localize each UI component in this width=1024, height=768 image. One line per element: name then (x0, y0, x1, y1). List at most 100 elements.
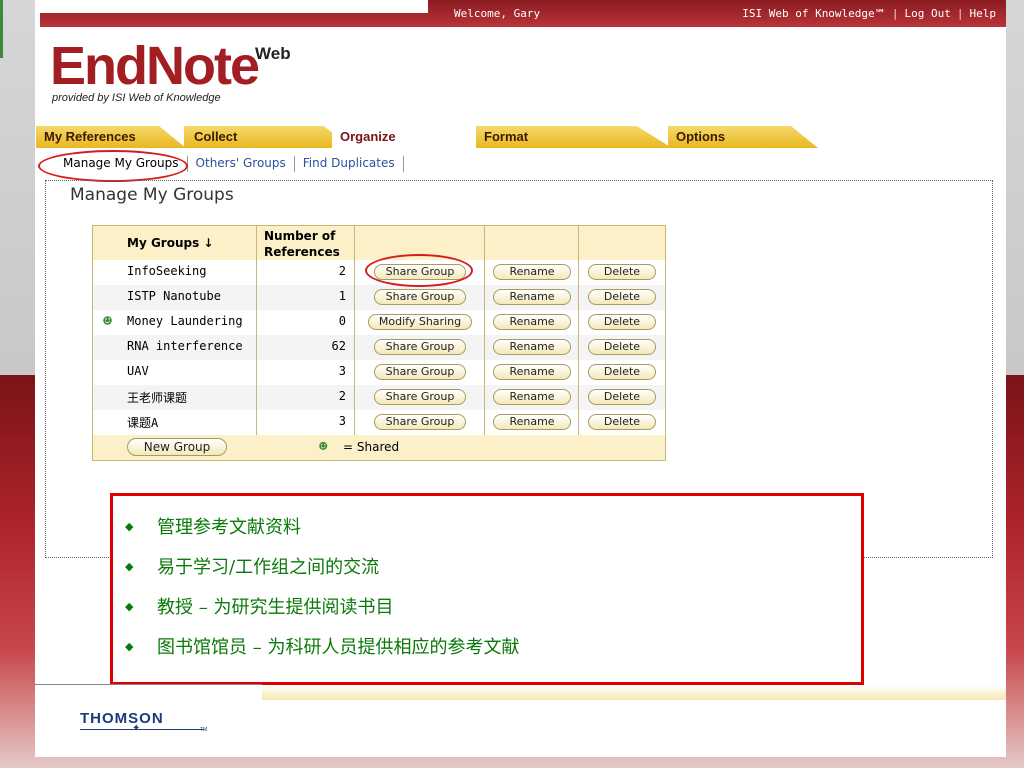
top-links: ISI Web of Knowledge℠ | Log Out | Help (742, 7, 996, 20)
action-cell: Rename (485, 385, 579, 410)
left-accent-rule (0, 0, 3, 58)
endnote-logo[interactable]: EndNote Web provided by ISI Web of Knowl… (50, 38, 310, 108)
shared-group-icon: ☻ (103, 312, 113, 330)
group-name[interactable]: ISTP Nanotube (127, 289, 221, 303)
logo-suffix: Web (255, 44, 291, 63)
logo-tagline: provided by ISI Web of Knowledge (52, 92, 221, 104)
reference-count: 3 (257, 360, 355, 385)
link-separator: | (891, 7, 899, 20)
table-row: RNA interference 62 Share Group Rename Delet… (93, 335, 665, 360)
reference-count: 2 (257, 260, 355, 285)
action-cell: Share Group (355, 410, 485, 435)
reference-count: 1 (257, 285, 355, 310)
tab-format[interactable]: Format (476, 126, 672, 148)
action-cell: Share Group (355, 285, 485, 310)
action-cell: Rename (485, 310, 579, 335)
group-name[interactable]: 王老师课题 (127, 391, 187, 405)
rename-button[interactable]: Rename (493, 414, 571, 430)
rename-button[interactable]: Rename (493, 314, 571, 330)
footer-divider (35, 684, 262, 685)
tab-collect[interactable]: Collect (184, 126, 354, 148)
action-cell: Delete (579, 260, 665, 285)
action-cell: Delete (579, 285, 665, 310)
page-title: Manage My Groups (70, 185, 234, 205)
thomson-logo-rule (80, 729, 204, 730)
tab-options[interactable]: Options (668, 126, 818, 148)
action-cell: Delete (579, 410, 665, 435)
action-cell: Share Group (355, 385, 485, 410)
delete-button[interactable]: Delete (588, 339, 656, 355)
main-tabs: My References Collect Organize Format Op… (36, 126, 1006, 148)
highlight-circle-manage (38, 150, 188, 182)
table-row: 课题A 3 Share Group Rename Delete (93, 410, 665, 435)
action-cell: Rename (485, 335, 579, 360)
highlight-circle-share (365, 254, 473, 287)
log-out-link[interactable]: Log Out (905, 7, 951, 20)
group-name-cell: ☻ Money Laundering (93, 310, 257, 335)
table-footer: New Group ☻ = Shared (93, 435, 665, 460)
diamond-bullet-icon: ◆ (125, 519, 134, 533)
tab-my-references[interactable]: My References (36, 126, 186, 148)
share-group-button[interactable]: Share Group (374, 364, 466, 380)
link-separator: | (956, 7, 964, 20)
rename-button[interactable]: Rename (493, 389, 571, 405)
delete-button[interactable]: Delete (588, 289, 656, 305)
welcome-text: Welcome, Gary (454, 7, 541, 20)
reference-count: 0 (257, 310, 355, 335)
action-cell: Rename (485, 360, 579, 385)
note-text: 图书馆馆员 – 为科研人员提供相应的参考文献 (157, 637, 520, 658)
diamond-bullet-icon: ◆ (125, 599, 134, 613)
rename-button[interactable]: Rename (493, 289, 571, 305)
group-name-cell: ISTP Nanotube (93, 285, 257, 310)
subnav-others-groups[interactable]: Others' Groups (188, 156, 295, 172)
delete-button[interactable]: Delete (588, 314, 656, 330)
action-cell: Rename (485, 285, 579, 310)
delete-button[interactable]: Delete (588, 414, 656, 430)
share-group-button[interactable]: Share Group (374, 289, 466, 305)
group-name[interactable]: 课题A (127, 416, 158, 430)
top-bar: Welcome, Gary ISI Web of Knowledge℠ | Lo… (40, 0, 1006, 27)
header-refs-line1: Number of (264, 229, 336, 243)
group-name[interactable]: Money Laundering (127, 314, 243, 328)
reference-count: 62 (257, 335, 355, 360)
delete-button[interactable]: Delete (588, 264, 656, 280)
rename-button[interactable]: Rename (493, 364, 571, 380)
note-item: ◆ 管理参考文献资料 (125, 506, 519, 546)
subnav-find-duplicates[interactable]: Find Duplicates (295, 156, 404, 172)
group-name[interactable]: UAV (127, 364, 149, 378)
action-cell: Delete (579, 385, 665, 410)
note-text: 教授 – 为研究生提供阅读书目 (157, 597, 394, 618)
table-row: UAV 3 Share Group Rename Delete (93, 360, 665, 385)
delete-button[interactable]: Delete (588, 364, 656, 380)
action-cell: Share Group (355, 335, 485, 360)
header-delete (579, 226, 665, 260)
thomson-logo: THOMSON (80, 710, 164, 727)
action-cell: Modify Sharing (355, 310, 485, 335)
group-name[interactable]: InfoSeeking (127, 264, 206, 278)
reference-count: 3 (257, 410, 355, 435)
shared-icon: ☻ (319, 439, 328, 455)
reference-count: 2 (257, 385, 355, 410)
modify-sharing-button[interactable]: Modify Sharing (368, 314, 472, 330)
rename-button[interactable]: Rename (493, 264, 571, 280)
header-refs-line2: References (264, 245, 340, 259)
action-cell: Delete (579, 360, 665, 385)
isi-web-of-knowledge-link[interactable]: ISI Web of Knowledge℠ (742, 7, 886, 20)
share-group-button[interactable]: Share Group (374, 414, 466, 430)
note-item: ◆ 易于学习/工作组之间的交流 (125, 546, 519, 586)
notes-list: ◆ 管理参考文献资料 ◆ 易于学习/工作组之间的交流 ◆ 教授 – 为研究生提供阅读书… (125, 506, 519, 666)
group-name-cell: 课题A (93, 410, 257, 435)
note-item: ◆ 图书馆馆员 – 为科研人员提供相应的参考文献 (125, 626, 519, 666)
group-name-cell: RNA interference (93, 335, 257, 360)
delete-button[interactable]: Delete (588, 389, 656, 405)
group-name[interactable]: RNA interference (127, 339, 243, 353)
thomson-star-icon: ✦ (132, 723, 141, 734)
rename-button[interactable]: Rename (493, 339, 571, 355)
help-link[interactable]: Help (970, 7, 997, 20)
share-group-button[interactable]: Share Group (374, 339, 466, 355)
note-item: ◆ 教授 – 为研究生提供阅读书目 (125, 586, 519, 626)
share-group-button[interactable]: Share Group (374, 389, 466, 405)
new-group-button[interactable]: New Group (127, 438, 227, 456)
footer-band (262, 685, 1006, 700)
header-my-groups[interactable]: My Groups ↓ (93, 226, 257, 260)
